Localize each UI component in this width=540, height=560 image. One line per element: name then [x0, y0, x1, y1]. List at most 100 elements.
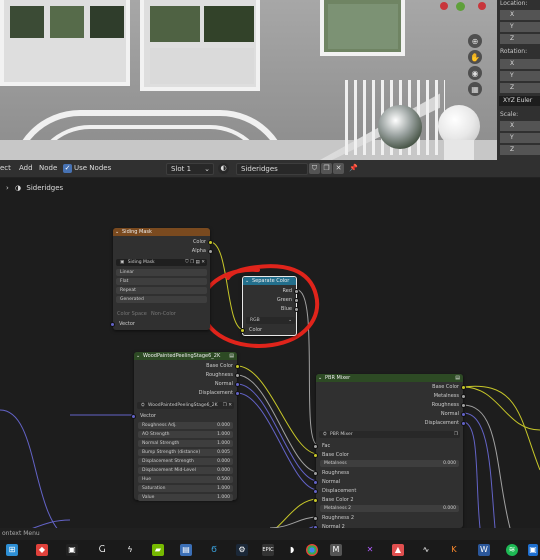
collapse-chevron-icon[interactable]: ⌄: [245, 277, 249, 285]
app-x-icon[interactable]: ✕: [364, 544, 376, 556]
app-e-icon[interactable]: Ϭ: [208, 544, 220, 556]
menu-add[interactable]: Add: [19, 164, 33, 172]
rotation-x-field[interactable]: X: [500, 59, 540, 69]
input-base-color-2-socket[interactable]: [313, 498, 318, 503]
output-normal-socket[interactable]: [235, 382, 240, 387]
input-roughness-socket[interactable]: [313, 471, 318, 476]
scale-z-field[interactable]: Z: [500, 145, 540, 155]
input-color-socket[interactable]: [240, 328, 245, 333]
output-base-color-socket[interactable]: [235, 364, 240, 369]
menu-node[interactable]: Node: [39, 164, 57, 172]
color-space-value[interactable]: Non-Color: [151, 311, 176, 317]
app-k-icon[interactable]: K: [448, 544, 460, 556]
input-vector-socket[interactable]: [110, 322, 115, 327]
param-hue[interactable]: Hue 0.500: [138, 476, 233, 483]
word-icon[interactable]: W: [478, 544, 490, 556]
location-z-field[interactable]: Z: [500, 34, 540, 44]
rotation-y-field[interactable]: Y: [500, 71, 540, 81]
collapse-chevron-icon[interactable]: ⌄: [318, 374, 322, 382]
steam-icon[interactable]: ⚙: [236, 544, 248, 556]
separate-color-node[interactable]: ⌄ Separate Color Red Green Blue RGB ⌄ Co…: [240, 276, 299, 336]
output-color-socket[interactable]: [208, 240, 213, 245]
location-x-field[interactable]: X: [500, 10, 540, 20]
epic-icon[interactable]: EPIC: [262, 544, 274, 556]
scale-y-field[interactable]: Y: [500, 133, 540, 143]
camera-view-icon[interactable]: ◉: [468, 66, 482, 80]
material-sphere-icon[interactable]: ◐: [218, 163, 229, 174]
vs-icon[interactable]: ◆: [36, 544, 48, 556]
output-red-socket[interactable]: [294, 289, 299, 294]
projection-dropdown[interactable]: Flat: [116, 278, 207, 285]
breadcrumb-material[interactable]: Sideridges: [26, 184, 63, 192]
rotation-mode-dropdown[interactable]: XYZ Euler: [499, 96, 540, 106]
input-displacement-socket[interactable]: [313, 489, 318, 494]
output-green-socket[interactable]: [294, 298, 299, 303]
param-value-field[interactable]: Value 1.000: [138, 494, 233, 501]
input-normal-socket[interactable]: [313, 480, 318, 485]
output-normal-socket[interactable]: [461, 412, 466, 417]
param-saturation[interactable]: Saturation 1.000: [138, 485, 233, 492]
output-base-color-socket[interactable]: [461, 385, 466, 390]
image-tools-icon[interactable]: ⛉ ❐ ▤ ✕: [185, 259, 205, 266]
collapse-chevron-icon[interactable]: ⌄: [115, 228, 119, 236]
3d-viewport[interactable]: ⊕ ✋ ◉ ▦: [0, 0, 497, 160]
pin-icon[interactable]: 📌: [349, 164, 358, 172]
image-name-field[interactable]: ▣ Siding Mask ⛉ ❐ ▤ ✕: [116, 259, 207, 266]
param-bump-strength[interactable]: Bump Strength (distance) 0.005: [138, 449, 233, 456]
node-header[interactable]: ⌄ Siding Mask: [113, 228, 210, 236]
location-y-field[interactable]: Y: [500, 22, 540, 32]
zoom-icon[interactable]: ⊕: [468, 34, 482, 48]
pbr-mixer-group-node[interactable]: ⌄ PBR Mixer ▤ Base Color Metalness Rough…: [313, 374, 466, 530]
explorer-icon[interactable]: ▣: [66, 544, 78, 556]
rotation-z-field[interactable]: Z: [500, 83, 540, 93]
fake-user-shield-icon[interactable]: ⛉: [309, 163, 320, 174]
input-metalness-field[interactable]: Metalness 0.000: [320, 460, 459, 467]
app-b-icon[interactable]: ◗: [286, 544, 298, 556]
spotify-icon[interactable]: ≋: [506, 544, 518, 556]
slot-dropdown[interactable]: Slot 1 ⌄: [166, 163, 214, 175]
wood-painted-group-node[interactable]: ⌄ WoodPaintedPeelingStage6_2K ▤ Base Col…: [131, 352, 240, 501]
param-displacement-strength[interactable]: Displacement Strength 0.000: [138, 458, 233, 465]
app-blue-icon[interactable]: ▣: [528, 544, 538, 556]
pan-hand-icon[interactable]: ✋: [468, 50, 482, 64]
group-tools-icon[interactable]: ❐: [454, 431, 458, 438]
node-header[interactable]: ⌄ PBR Mixer ▤: [316, 374, 463, 382]
unlink-close-icon[interactable]: ✕: [333, 163, 344, 174]
output-roughness-socket[interactable]: [235, 373, 240, 378]
output-displacement-socket[interactable]: [461, 421, 466, 426]
group-tools-icon[interactable]: ❐ ✕: [223, 402, 232, 409]
duplicate-material-icon[interactable]: ❐: [321, 163, 332, 174]
group-name-field[interactable]: ⛭ PBR Mixer ❐: [319, 431, 460, 438]
group-name-field[interactable]: ⛭ WoodPaintedPeelingStage6_2K ❐ ✕: [137, 402, 234, 409]
param-normal-strength[interactable]: Normal Strength 1.000: [138, 440, 233, 447]
output-metalness-socket[interactable]: [461, 394, 466, 399]
start-icon[interactable]: ⊞: [6, 544, 18, 556]
app-s-icon[interactable]: ϟ: [124, 544, 136, 556]
input-metalness-2-field[interactable]: Metalness 2 0.000: [320, 505, 459, 512]
explorer2-icon[interactable]: ▤: [180, 544, 192, 556]
menu-select[interactable]: ect: [0, 164, 11, 172]
node-header[interactable]: ⌄ WoodPaintedPeelingStage6_2K ▤: [134, 352, 237, 360]
m-icon[interactable]: M: [330, 544, 342, 556]
output-displacement-socket[interactable]: [235, 391, 240, 396]
input-roughness-2-socket[interactable]: [313, 516, 318, 521]
app-g-icon[interactable]: Ⴚ: [96, 544, 108, 556]
param-roughness-adj[interactable]: Roughness Adj. 0.000: [138, 422, 233, 429]
source-dropdown[interactable]: Generated: [116, 296, 207, 303]
output-alpha-socket[interactable]: [208, 249, 213, 254]
output-roughness-socket[interactable]: [461, 403, 466, 408]
interpolation-dropdown[interactable]: Linear: [116, 269, 207, 276]
mode-dropdown[interactable]: RGB ⌄: [246, 317, 295, 324]
input-vector-socket[interactable]: [131, 414, 136, 419]
app-red-icon[interactable]: ▲: [392, 544, 404, 556]
param-displacement-midlevel[interactable]: Displacement Mid-Level 0.000: [138, 467, 233, 474]
gizmo-green-axis-icon[interactable]: [456, 2, 465, 11]
param-ao-strength[interactable]: AO Strength 1.000: [138, 431, 233, 438]
siding-mask-node[interactable]: ⌄ Siding Mask Color Alpha ▣ Siding Mask …: [110, 228, 213, 330]
grid-ortho-icon[interactable]: ▦: [468, 82, 482, 96]
collapse-chevron-icon[interactable]: ⌄: [136, 352, 140, 360]
gizmo-red-dot-icon[interactable]: [478, 2, 486, 10]
output-blue-socket[interactable]: [294, 307, 299, 312]
gizmo-red-axis-icon[interactable]: [440, 2, 448, 10]
node-header[interactable]: ⌄ Separate Color: [243, 277, 296, 285]
